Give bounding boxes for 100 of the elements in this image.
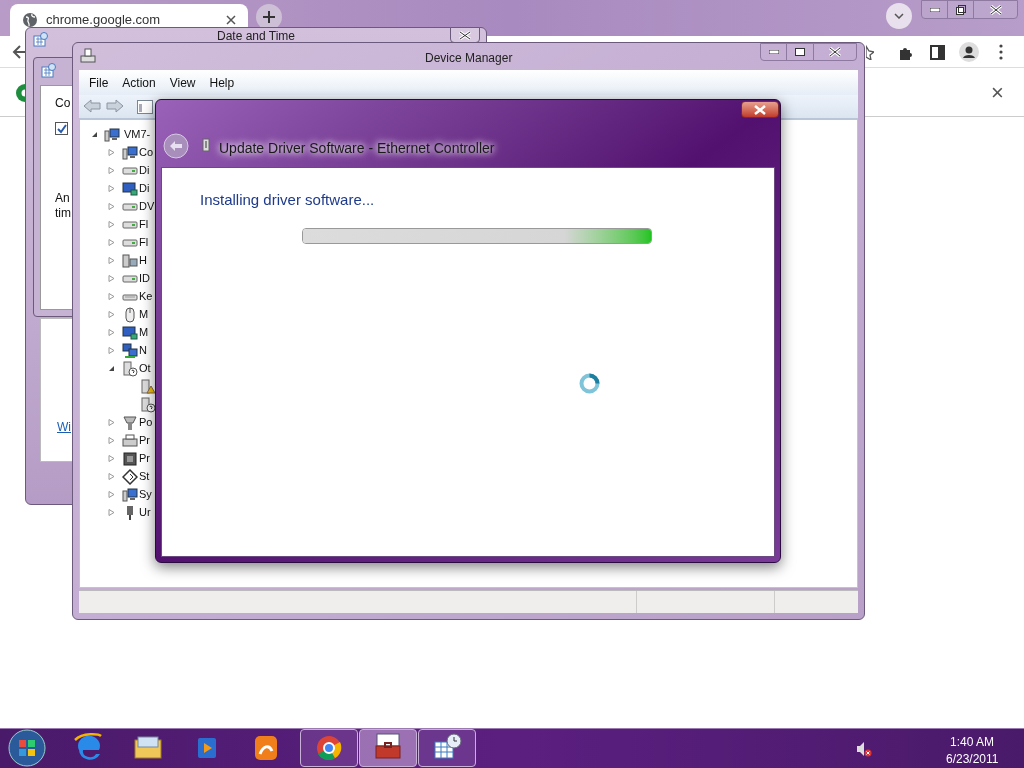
menu-item[interactable]: File (89, 73, 109, 92)
expanded-arrow-icon[interactable] (91, 131, 98, 138)
link[interactable]: Wi (57, 418, 71, 436)
close-icon (754, 104, 766, 115)
port-icon (122, 415, 138, 431)
tree-item[interactable]: Ur (139, 506, 151, 519)
collapsed-arrow-icon[interactable] (108, 239, 115, 246)
checkbox[interactable] (55, 122, 68, 135)
maximize-icon (795, 48, 805, 56)
tree-item[interactable]: VM7- (124, 128, 151, 141)
collapsed-arrow-icon[interactable] (108, 221, 115, 228)
collapsed-arrow-icon[interactable] (108, 257, 115, 264)
collapsed-arrow-icon[interactable] (108, 473, 115, 480)
tree-item[interactable]: M (139, 308, 149, 321)
collapsed-arrow-icon[interactable] (108, 167, 115, 174)
tree-item[interactable]: Ke (139, 290, 153, 303)
section-heading: Co (55, 95, 71, 112)
tree-item[interactable]: Pr (139, 452, 150, 465)
muted-speaker-icon[interactable] (856, 741, 872, 757)
clock-time[interactable]: 1:40 AM (950, 733, 995, 751)
hid-icon (122, 253, 138, 269)
tree-item[interactable]: Co (139, 146, 154, 159)
clock-calendar-icon (33, 32, 48, 47)
tree-item[interactable]: M (139, 326, 149, 339)
tree-item[interactable]: Po (139, 416, 153, 429)
expanded-arrow-icon[interactable] (108, 365, 115, 372)
back-icon[interactable] (12, 44, 28, 60)
profile-icon[interactable] (959, 42, 979, 62)
minimize-icon (768, 50, 779, 54)
minimize-icon (929, 7, 940, 12)
collapsed-arrow-icon[interactable] (108, 509, 115, 516)
tree-item[interactable]: N (139, 344, 147, 357)
close-icon (459, 30, 471, 40)
collapsed-arrow-icon[interactable] (108, 293, 115, 300)
tree-item[interactable]: Di (139, 182, 150, 195)
tree-item[interactable]: ID (139, 272, 150, 285)
tree-item[interactable]: H (139, 254, 147, 267)
computer-icon (104, 127, 120, 143)
taskbar-button[interactable] (300, 729, 358, 767)
close-button[interactable] (741, 101, 779, 118)
collapsed-arrow-icon[interactable] (108, 311, 115, 318)
menu-item[interactable]: View (169, 73, 196, 92)
tree-item[interactable]: St (139, 470, 150, 483)
mouse-icon (122, 307, 138, 323)
tree-item[interactable]: Di (139, 164, 150, 177)
collapsed-arrow-icon[interactable] (108, 437, 115, 444)
chip-icon (122, 451, 138, 467)
wizard-title: Update Driver Software - Ethernet Controller (219, 139, 495, 158)
taskbar-button[interactable] (418, 729, 476, 767)
tree-item[interactable]: Fl (139, 218, 149, 231)
tree-item[interactable]: DV (139, 200, 155, 213)
globe-icon (22, 12, 38, 28)
collapsed-arrow-icon[interactable] (108, 203, 115, 210)
computer-icon (122, 145, 138, 161)
collapsed-arrow-icon[interactable] (108, 185, 115, 192)
loading-spinner-icon (579, 373, 600, 394)
panel-icon[interactable] (137, 100, 153, 114)
chevron-down-icon (894, 13, 904, 19)
computer-icon (80, 48, 96, 64)
tree-item[interactable]: Pr (139, 434, 150, 447)
display-icon (122, 325, 138, 341)
collapsed-arrow-icon[interactable] (108, 149, 115, 156)
plus-icon (262, 10, 276, 24)
star-icon[interactable] (866, 44, 874, 60)
computer-icon (122, 487, 138, 503)
collapsed-arrow-icon[interactable] (108, 329, 115, 336)
collapsed-arrow-icon[interactable] (108, 491, 115, 498)
network-icon (122, 343, 138, 359)
collapsed-arrow-icon[interactable] (108, 275, 115, 282)
description-text: An (55, 190, 70, 207)
device-icon (202, 138, 210, 152)
close-button[interactable] (450, 27, 480, 43)
unknown-icon (122, 361, 138, 377)
close-icon[interactable] (226, 15, 236, 25)
unknown-icon (140, 397, 156, 413)
collapsed-arrow-icon[interactable] (108, 347, 115, 354)
clock-calendar-icon (41, 63, 56, 78)
restore-icon (955, 4, 966, 15)
menu-item[interactable]: Help (209, 73, 235, 92)
close-icon (829, 47, 841, 57)
tree-item[interactable]: Ot (139, 362, 151, 375)
warning-icon (140, 379, 156, 395)
menu-item[interactable]: Action (122, 73, 156, 92)
taskbar-button[interactable] (359, 729, 417, 767)
checkmark-icon (56, 123, 67, 134)
tree-item[interactable]: Fl (139, 236, 149, 249)
close-icon[interactable]: × (991, 80, 1004, 106)
start-button[interactable] (8, 729, 46, 767)
collapsed-arrow-icon[interactable] (108, 419, 115, 426)
window-title: Device Manager (425, 50, 513, 67)
puzzle-icon[interactable] (898, 45, 914, 61)
display-icon (122, 181, 138, 197)
clock-date[interactable]: 6/23/2011 (946, 750, 999, 768)
back-button[interactable] (163, 133, 189, 159)
collapsed-arrow-icon[interactable] (108, 455, 115, 462)
tree-item[interactable]: Sy (139, 488, 152, 501)
wizard-heading: Installing driver software... (200, 190, 375, 210)
menu-icon[interactable] (999, 44, 1003, 60)
side-panel-icon[interactable] (930, 45, 945, 60)
description-text: tim (55, 205, 71, 222)
